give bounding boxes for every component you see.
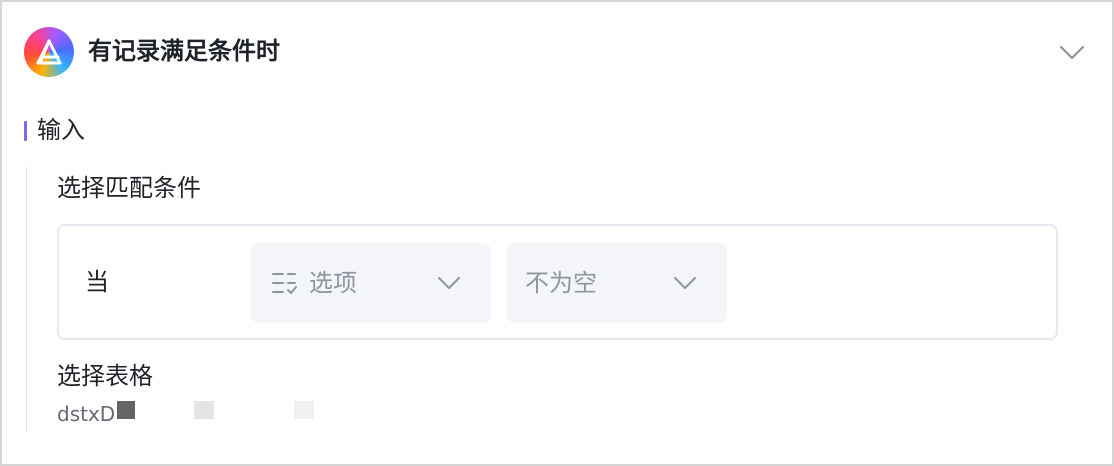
operator-select[interactable]: 不为空 — [507, 243, 727, 323]
chevron-down-icon — [438, 277, 460, 289]
trigger-node-card: 有记录满足条件时 输入 选择匹配条件 当 选项 不为空 选择表格 dstxD — [0, 0, 1114, 466]
chevron-down-icon — [1059, 45, 1085, 60]
redaction-block — [194, 401, 214, 419]
collapse-button[interactable] — [1056, 36, 1088, 68]
section-accent-bar — [24, 121, 27, 141]
chevron-down-icon — [674, 277, 696, 289]
table-select-label: 选择表格 — [57, 362, 153, 390]
node-header[interactable]: 有记录满足条件时 — [24, 26, 1094, 78]
match-condition-label: 选择匹配条件 — [57, 174, 201, 202]
input-section-title: 输入 — [37, 116, 85, 144]
section-indent-line — [26, 167, 27, 432]
option-list-icon — [272, 273, 297, 295]
automation-logo-icon — [24, 27, 74, 77]
condition-when-label: 当 — [85, 268, 109, 296]
table-select-value[interactable]: dstxD — [57, 400, 115, 428]
condition-box: 当 选项 不为空 — [57, 224, 1058, 340]
operator-select-value: 不为空 — [525, 269, 597, 297]
field-select-value: 选项 — [309, 269, 357, 297]
node-title: 有记录满足条件时 — [88, 37, 280, 65]
redaction-block — [294, 401, 314, 419]
redaction-block — [117, 401, 135, 419]
field-select[interactable]: 选项 — [251, 243, 491, 323]
